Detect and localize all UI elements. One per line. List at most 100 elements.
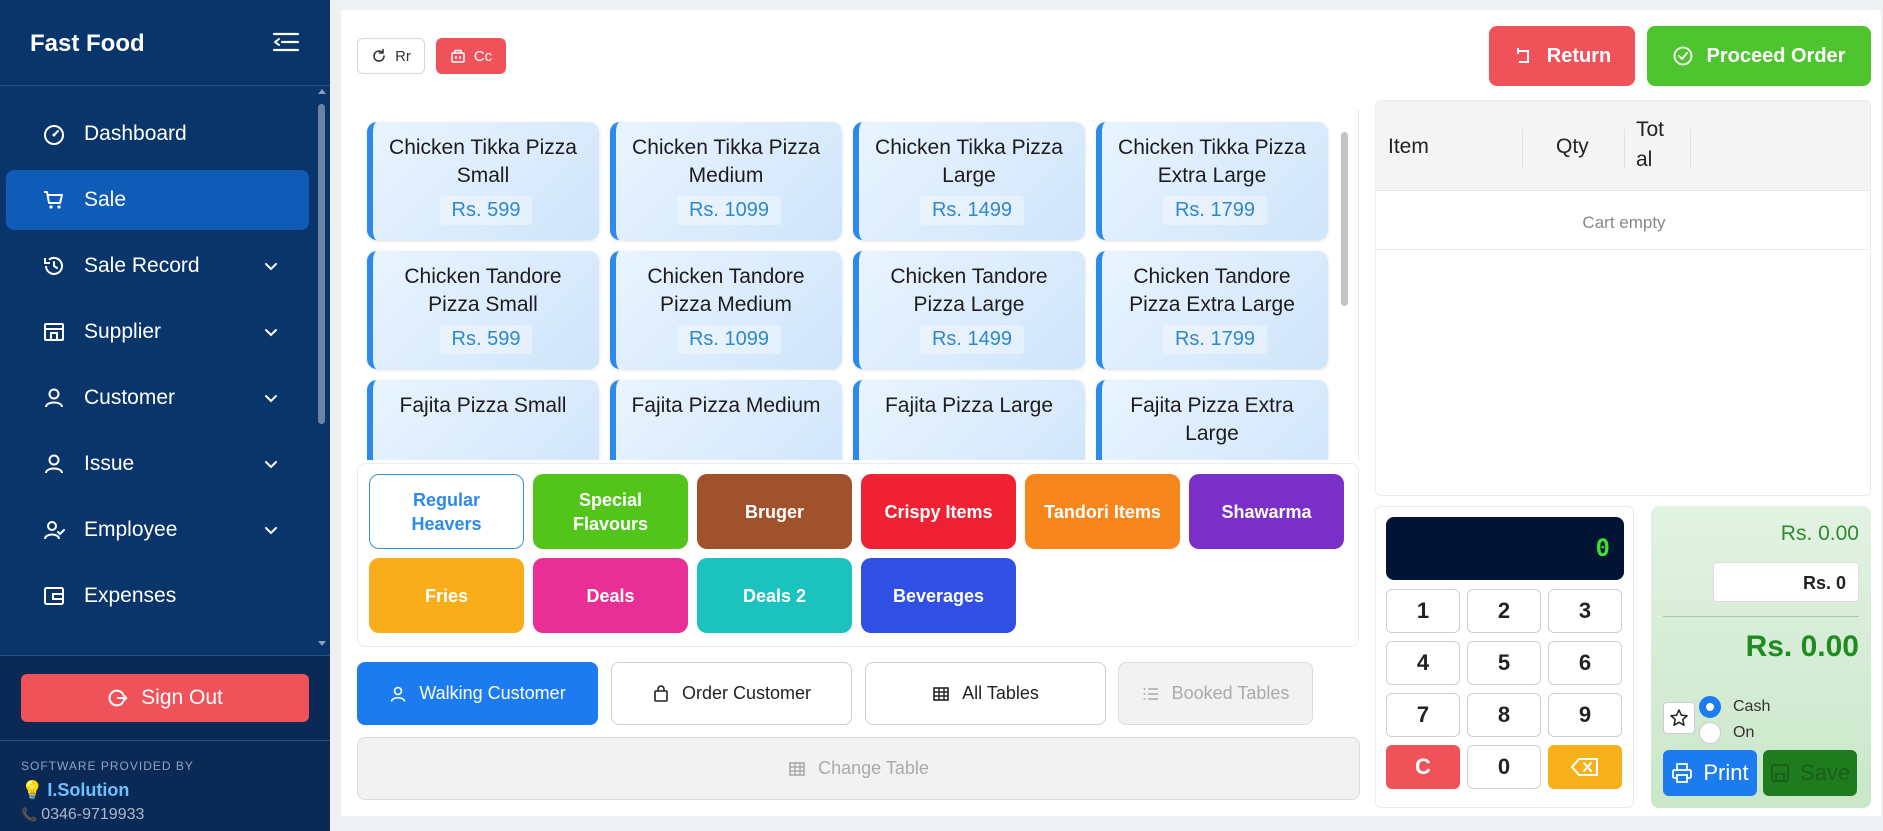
sidebar-item-label: Expenses xyxy=(84,584,177,607)
all-tables-button[interactable]: All Tables xyxy=(865,662,1106,725)
product-grid-scrollbar[interactable] xyxy=(1341,132,1348,306)
print-label: Print xyxy=(1703,760,1749,785)
refresh-label: Rr xyxy=(395,47,411,65)
product-card[interactable]: Chicken Tikka Pizza Large Rs. 1499 xyxy=(853,122,1085,240)
sidebar-item-supplier[interactable]: Supplier xyxy=(6,302,309,362)
sidebar-item-label: Sale xyxy=(84,188,127,211)
order-customer-button[interactable]: Order Customer xyxy=(611,662,852,725)
sidebar-item-sale[interactable]: Sale xyxy=(6,170,309,230)
pos-main: Rr Cc Return Proceed Order Chicken Tikka… xyxy=(341,10,1881,816)
category-button[interactable]: Crispy Items xyxy=(861,474,1016,549)
proceed-order-button[interactable]: Proceed Order xyxy=(1647,26,1871,86)
key-1[interactable]: 1 xyxy=(1386,589,1460,633)
product-name: Fajita Pizza Medium xyxy=(631,394,821,417)
save-button[interactable]: Save xyxy=(1763,750,1857,796)
chevron-down-icon xyxy=(265,329,277,337)
category-button[interactable]: Deals 2 xyxy=(697,558,852,633)
product-card[interactable]: Chicken Tandore Pizza Large Rs. 1499 xyxy=(853,251,1085,369)
product-card[interactable]: Fajita Pizza Medium xyxy=(610,380,842,460)
return-label: Return xyxy=(1546,44,1612,67)
category-button[interactable]: Shawarma xyxy=(1189,474,1344,549)
product-card[interactable]: Fajita Pizza Large xyxy=(853,380,1085,460)
cart-empty-message: Cart empty xyxy=(1582,213,1666,232)
sidebar-scrollbar[interactable] xyxy=(318,104,325,424)
category-button[interactable]: Deals xyxy=(533,558,688,633)
proceed-label: Proceed Order xyxy=(1706,44,1846,67)
category-button[interactable]: Bruger xyxy=(697,474,852,549)
category-panel: Regular Heavers Special Flavours Bruger … xyxy=(357,463,1359,647)
product-card[interactable]: Chicken Tandore Pizza Small Rs. 599 xyxy=(367,251,599,369)
key-backspace[interactable] xyxy=(1548,745,1622,789)
product-card[interactable]: Chicken Tandore Pizza Extra Large Rs. 179… xyxy=(1096,251,1328,369)
sidebar-item-employee[interactable]: Employee xyxy=(6,500,309,560)
walking-customer-button[interactable]: Walking Customer xyxy=(357,662,598,725)
sign-out-button[interactable]: Sign Out xyxy=(21,674,309,722)
return-button[interactable]: Return xyxy=(1489,26,1635,86)
sign-out-label: Sign Out xyxy=(141,686,223,709)
category-label: Regular Heavers xyxy=(411,489,482,534)
clear-cart-button[interactable]: Cc xyxy=(436,38,506,74)
product-name: Chicken Tandore Pizza Small xyxy=(404,265,562,316)
category-label: Shawarma xyxy=(1221,501,1312,522)
category-button[interactable]: Tandori Items xyxy=(1025,474,1180,549)
product-name: Fajita Pizza Small xyxy=(399,394,567,417)
key-3[interactable]: 3 xyxy=(1548,589,1622,633)
product-card[interactable]: Chicken Tandore Pizza Medium Rs. 1099 xyxy=(610,251,842,369)
sidebar-item-label: Issue xyxy=(84,452,135,475)
category-button[interactable]: Fries xyxy=(369,558,524,633)
sidebar-item-expenses[interactable]: Expenses xyxy=(6,566,309,626)
sidebar-item-customer[interactable]: Customer xyxy=(6,368,309,428)
product-card[interactable]: Chicken Tikka Pizza Medium Rs. 1099 xyxy=(610,122,842,240)
payment-online-radio[interactable] xyxy=(1699,722,1721,744)
key-8[interactable]: 8 xyxy=(1467,693,1541,737)
refresh-button[interactable]: Rr xyxy=(357,38,425,74)
favorite-button[interactable] xyxy=(1663,702,1695,734)
menu-collapse-icon[interactable] xyxy=(272,30,300,54)
category-label: Bruger xyxy=(744,501,804,522)
payment-online-label: On xyxy=(1733,724,1755,741)
sidebar-item-issue[interactable]: Issue xyxy=(6,434,309,494)
key-4[interactable]: 4 xyxy=(1386,641,1460,685)
product-card[interactable]: Chicken Tikka Pizza Extra Large Rs. 1799 xyxy=(1096,122,1328,240)
category-button[interactable]: Beverages xyxy=(861,558,1016,633)
change-table-button[interactable]: Change Table xyxy=(357,737,1360,800)
category-label: Fries xyxy=(424,585,469,606)
payment-cash-radio[interactable] xyxy=(1699,696,1721,718)
key-6[interactable]: 6 xyxy=(1548,641,1622,685)
product-grid: Chicken Tikka Pizza Small Rs. 599 Chicken… xyxy=(357,110,1359,460)
cart-header-total: Total xyxy=(1636,118,1665,171)
sidebar-item-sale-record[interactable]: Sale Record xyxy=(6,236,309,296)
key-7[interactable]: 7 xyxy=(1386,693,1460,737)
keypad: 0 1 2 3 4 5 6 7 8 9 C 0 xyxy=(1375,506,1634,808)
category-button[interactable]: Regular Heavers xyxy=(369,474,524,549)
booked-tables-button[interactable]: Booked Tables xyxy=(1118,662,1313,725)
company-label: I.Solution xyxy=(47,780,130,800)
key-0[interactable]: 0 xyxy=(1467,745,1541,789)
category-button[interactable]: Special Flavours xyxy=(533,474,688,549)
cart-header-qty: Qty xyxy=(1556,135,1589,158)
discount-input[interactable]: Rs. 0 xyxy=(1713,562,1859,602)
key-9[interactable]: 9 xyxy=(1548,693,1622,737)
clear-cart-label: Cc xyxy=(473,47,493,65)
key-clear[interactable]: C xyxy=(1386,745,1460,789)
sidebar-scroll-up[interactable] xyxy=(318,89,326,94)
print-button[interactable]: Print xyxy=(1663,750,1757,796)
booked-tables-label: Booked Tables xyxy=(1171,683,1290,703)
product-card[interactable]: Chicken Tikka Pizza Small Rs. 599 xyxy=(367,122,599,240)
product-price: Rs. 1799 xyxy=(1162,325,1268,354)
grand-total: Rs. 0.00 xyxy=(1745,630,1859,663)
refresh-icon xyxy=(373,48,385,62)
product-name: Chicken Tandore Pizza Medium xyxy=(647,265,805,316)
product-name: Chicken Tandore Pizza Extra Large xyxy=(1129,265,1295,316)
product-card[interactable]: Fajita Pizza Small xyxy=(367,380,599,460)
product-card[interactable]: Fajita Pizza Extra Large xyxy=(1096,380,1328,460)
divider xyxy=(1690,129,1691,169)
product-price: Rs. 1099 xyxy=(676,325,782,354)
sidebar-scroll-down[interactable] xyxy=(318,641,326,646)
sidebar-item-dashboard[interactable]: Dashboard xyxy=(6,104,309,164)
chevron-down-icon xyxy=(265,461,277,469)
key-5[interactable]: 5 xyxy=(1467,641,1541,685)
key-2[interactable]: 2 xyxy=(1467,589,1541,633)
sidebar-item-label: Employee xyxy=(84,518,178,541)
app-title: Fast Food xyxy=(30,30,145,57)
